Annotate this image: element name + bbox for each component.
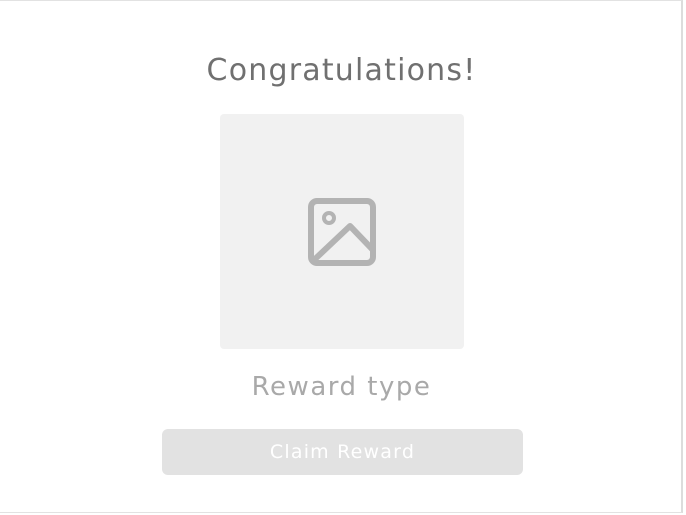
reward-card: Congratulations! Reward type Claim Rewar… bbox=[0, 0, 683, 513]
claim-reward-button[interactable]: Claim Reward bbox=[162, 429, 523, 475]
congratulations-title: Congratulations! bbox=[206, 53, 477, 88]
image-icon bbox=[308, 198, 376, 266]
reward-image-placeholder bbox=[220, 114, 464, 349]
reward-type-label: Reward type bbox=[251, 372, 432, 402]
